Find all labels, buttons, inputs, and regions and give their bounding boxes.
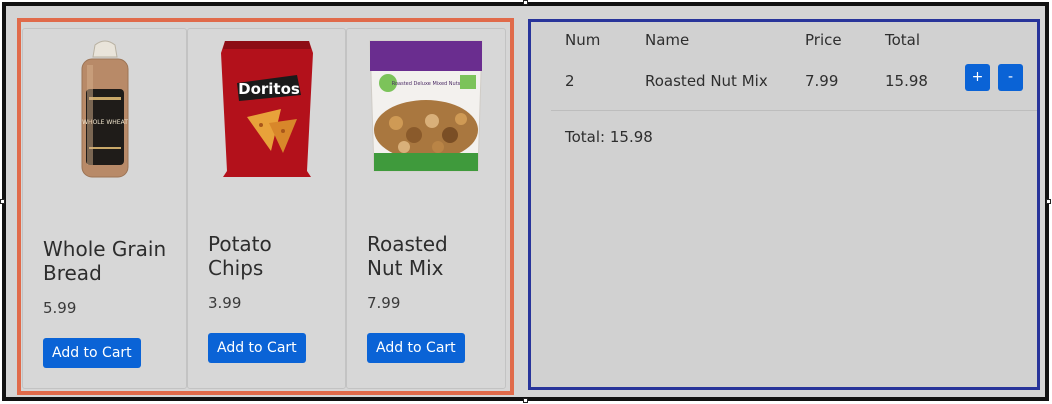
- resize-handle-bottom[interactable]: [523, 398, 528, 403]
- cart-total: Total: 15.98: [565, 128, 653, 146]
- chips-brand-text: Doritos: [238, 80, 300, 98]
- add-to-cart-button[interactable]: Add to Cart: [43, 338, 141, 368]
- nut-label-text: Roasted Deluxe Mixed Nuts: [392, 81, 461, 87]
- chips-bag-icon: Doritos: [220, 41, 313, 177]
- cart-panel: Num Name Price Total 2 Roasted Nut Mix 7…: [528, 19, 1040, 390]
- products-panel: WHOLE WHEAT Whole Grain Bread 5.99 Add t…: [17, 18, 514, 395]
- bread-icon: WHOLE WHEAT: [81, 40, 128, 178]
- add-to-cart-button[interactable]: Add to Cart: [367, 333, 465, 363]
- product-price: 7.99: [367, 294, 401, 312]
- col-header-name: Name: [645, 31, 690, 49]
- col-header-price: Price: [805, 31, 842, 49]
- product-image: Roasted Deluxe Mixed Nuts: [347, 29, 505, 189]
- col-header-total: Total: [885, 31, 921, 49]
- decrease-quantity-button[interactable]: -: [998, 64, 1023, 91]
- resize-handle-right[interactable]: [1046, 199, 1051, 204]
- product-title: Whole Grain Bread: [43, 237, 167, 285]
- product-price: 3.99: [208, 294, 242, 312]
- cart-divider: [551, 110, 1037, 111]
- resize-handle-top[interactable]: [523, 0, 528, 5]
- product-price: 5.99: [43, 299, 77, 317]
- col-header-num: Num: [565, 31, 601, 49]
- product-image: Doritos: [188, 29, 345, 189]
- add-to-cart-button[interactable]: Add to Cart: [208, 333, 306, 363]
- cart-item-price: 7.99: [805, 72, 839, 90]
- product-card: Roasted Deluxe Mixed Nuts Roasted Nut Mi…: [346, 28, 506, 389]
- product-card: WHOLE WHEAT Whole Grain Bread 5.99 Add t…: [22, 28, 187, 389]
- nut-mix-bag-icon: Roasted Deluxe Mixed Nuts: [369, 40, 483, 172]
- product-image: WHOLE WHEAT: [23, 29, 186, 189]
- product-title: Potato Chips: [208, 232, 272, 280]
- product-title: Roasted Nut Mix: [367, 232, 448, 280]
- product-card: Doritos Potato Chips 3.99 Add to Cart: [187, 28, 346, 389]
- resize-handle-left[interactable]: [0, 199, 5, 204]
- cart-item-name: Roasted Nut Mix: [645, 72, 768, 90]
- cart-item-num: 2: [565, 72, 575, 90]
- cart-item-total: 15.98: [885, 72, 928, 90]
- increase-quantity-button[interactable]: +: [965, 64, 990, 91]
